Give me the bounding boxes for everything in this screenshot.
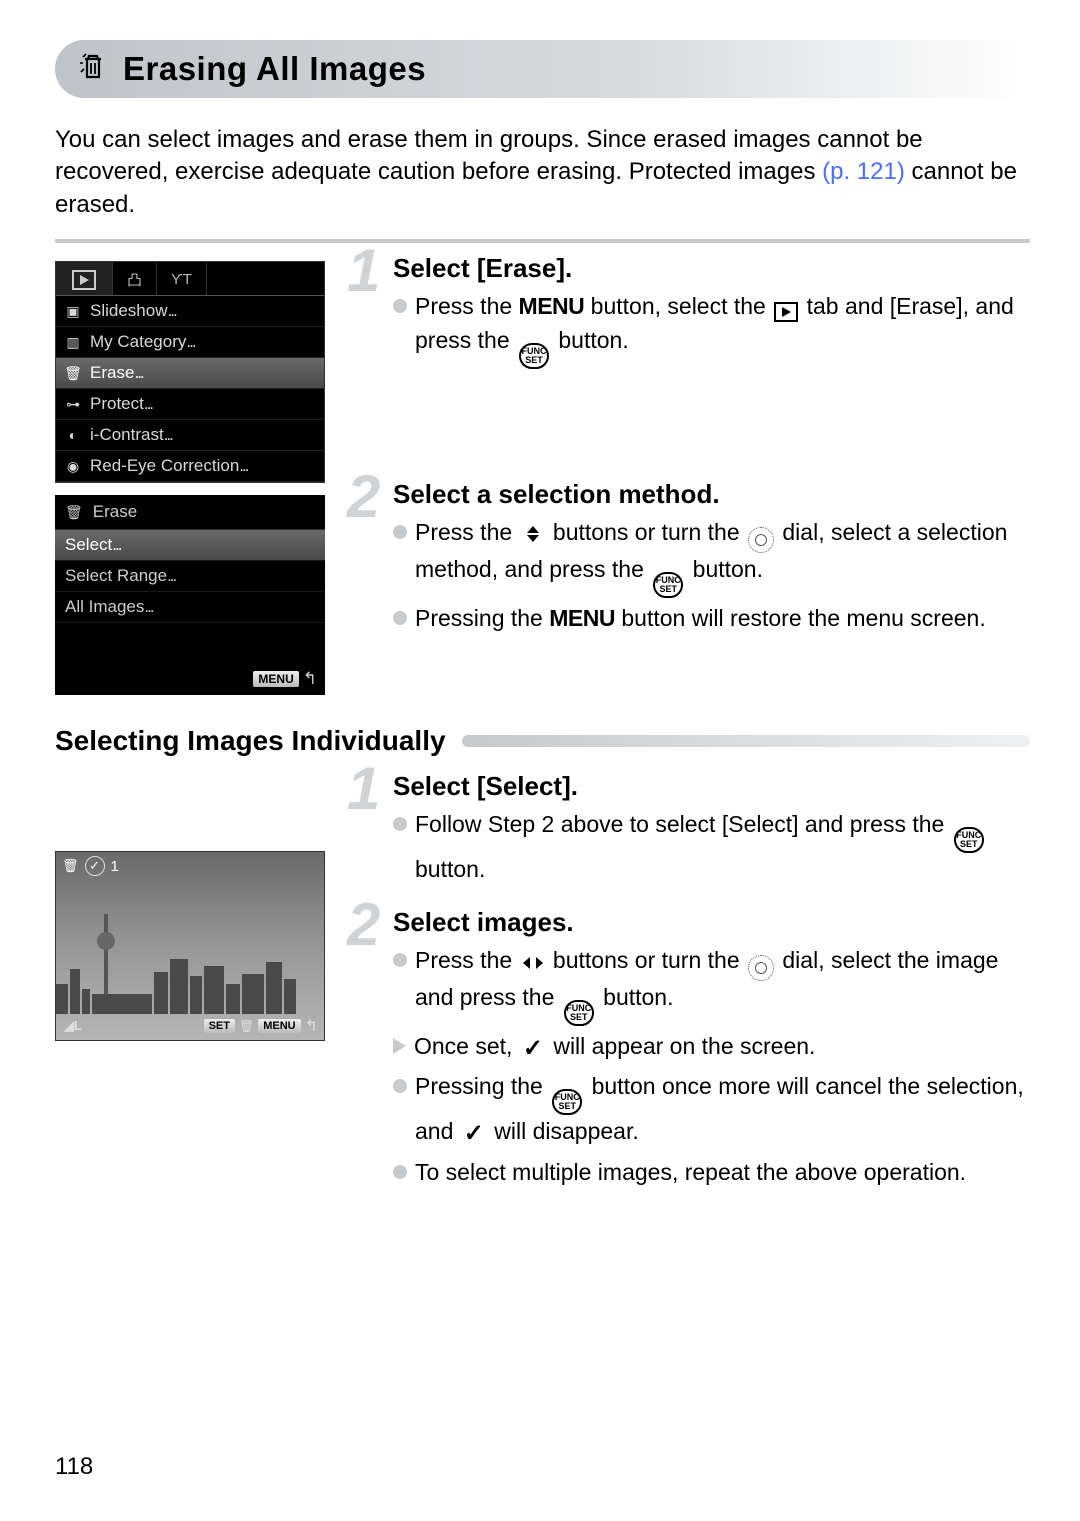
menu-item-redeye: ◉Red-Eye Correction... bbox=[56, 451, 324, 482]
menu-item-protect: ⊶Protect... bbox=[56, 389, 324, 420]
instruction: Press the buttons or turn the dial, sele… bbox=[393, 516, 1030, 598]
print-tab-icon: 凸 bbox=[113, 262, 157, 295]
bullet-icon bbox=[393, 817, 407, 831]
left-right-icon bbox=[521, 954, 545, 972]
check-circle-icon: ✓ bbox=[85, 856, 105, 876]
erase-submenu-screenshot: 🗑 Erase Select...Select Range...All Imag… bbox=[55, 495, 325, 695]
step-title: Select [Erase]. bbox=[393, 253, 1030, 284]
camera-menu-screenshot: 凸 ϒT ▣Slideshow...▥My Category...🗑Erase.… bbox=[55, 261, 325, 483]
step-1b: 1 Select [Select]. Follow Step 2 above t… bbox=[355, 771, 1030, 886]
erase-icon: 🗑 bbox=[239, 1019, 254, 1033]
erase-option: Select... bbox=[55, 530, 325, 561]
step-number: 2 bbox=[347, 895, 380, 955]
erase-option: Select Range... bbox=[55, 561, 325, 592]
up-down-icon bbox=[521, 524, 545, 544]
instruction: Press the buttons or turn the dial, sele… bbox=[393, 944, 1030, 1026]
protect-icon: ⊶ bbox=[64, 396, 82, 413]
instruction: Follow Step 2 above to select [Select] a… bbox=[393, 808, 1030, 886]
set-badge: SET bbox=[204, 1019, 235, 1033]
check-icon: ✓ bbox=[523, 1035, 543, 1062]
camera-preview-screenshot: 🗑 ✓ 1 ◢L SET 🗑 bbox=[55, 851, 325, 1041]
step-number: 2 bbox=[347, 467, 380, 527]
step-2: 2 Select a selection method. Press the b… bbox=[355, 479, 1030, 635]
menu-item-erase: 🗑Erase... bbox=[56, 358, 324, 389]
func-set-button-icon: FUNCSET bbox=[552, 1089, 582, 1115]
check-icon: ✓ bbox=[464, 1120, 484, 1147]
bullet-icon bbox=[393, 525, 407, 539]
intro-text: You can select images and erase them in … bbox=[55, 124, 1030, 221]
step-title: Select a selection method. bbox=[393, 479, 1030, 510]
redeye-icon: ◉ bbox=[64, 458, 82, 475]
menu-item-contrast: ◐i-Contrast... bbox=[56, 420, 324, 451]
func-set-button-icon: FUNCSET bbox=[653, 572, 683, 598]
selected-count: 1 bbox=[111, 858, 119, 875]
intro-a: You can select images and erase them in … bbox=[55, 126, 923, 185]
bullet-icon bbox=[393, 299, 407, 313]
arrow-bullet-icon bbox=[393, 1038, 406, 1054]
tools-tab-icon: ϒT bbox=[157, 262, 207, 295]
category-icon: ▥ bbox=[64, 334, 82, 351]
erase-icon bbox=[77, 51, 109, 88]
skyline-graphic bbox=[56, 954, 324, 1014]
section-title-bar: Erasing All Images bbox=[55, 40, 1030, 98]
bullet-icon bbox=[393, 953, 407, 967]
slideshow-icon: ▣ bbox=[64, 303, 82, 320]
bullet-icon bbox=[393, 611, 407, 625]
section-title: Erasing All Images bbox=[123, 50, 426, 88]
heading-rule bbox=[462, 735, 1030, 747]
step-1: 1 Select [Erase]. Press the MENU button,… bbox=[355, 253, 1030, 368]
instruction: Press the MENU button, select the tab an… bbox=[393, 290, 1030, 368]
step-2b: 2 Select images. Press the buttons or tu… bbox=[355, 907, 1030, 1190]
menu-button-label: MENU bbox=[519, 293, 585, 319]
erase-icon: 🗑 bbox=[65, 504, 83, 521]
instruction: Pressing the FUNCSET button once more wi… bbox=[393, 1070, 1030, 1152]
contrast-icon: ◐ bbox=[64, 427, 82, 443]
page-number: 118 bbox=[55, 1453, 93, 1481]
instruction: Pressing the MENU button will restore th… bbox=[393, 602, 1030, 635]
divider bbox=[55, 239, 1030, 243]
erase-option: All Images... bbox=[55, 592, 325, 623]
func-set-button-icon: FUNCSET bbox=[954, 827, 984, 853]
back-icon: ↰ bbox=[303, 669, 317, 689]
erase-sub-title: Erase bbox=[93, 502, 137, 522]
bullet-icon bbox=[393, 1079, 407, 1093]
step-number: 1 bbox=[347, 759, 380, 819]
step-title: Select [Select]. bbox=[393, 771, 1030, 802]
subsection-heading: Selecting Images Individually bbox=[55, 725, 1030, 757]
size-indicator: ◢L bbox=[64, 1018, 82, 1034]
step-number: 1 bbox=[347, 241, 380, 301]
instruction: To select multiple images, repeat the ab… bbox=[393, 1156, 1030, 1189]
erase-icon: 🗑 bbox=[62, 858, 79, 874]
control-dial-icon bbox=[748, 527, 774, 553]
func-set-button-icon: FUNCSET bbox=[519, 343, 549, 369]
back-icon: ↰ bbox=[305, 1016, 318, 1036]
play-tab-icon bbox=[56, 262, 113, 295]
control-dial-icon bbox=[748, 955, 774, 981]
page-ref-link[interactable]: (p. 121) bbox=[822, 158, 905, 185]
menu-item-category: ▥My Category... bbox=[56, 327, 324, 358]
bullet-icon bbox=[393, 1165, 407, 1179]
menu-badge: MENU bbox=[253, 671, 298, 687]
instruction: Once set, ✓ will appear on the screen. bbox=[393, 1030, 1030, 1067]
menu-button-label: MENU bbox=[549, 605, 615, 631]
erase-icon: 🗑 bbox=[64, 365, 82, 382]
menu-item-slideshow: ▣Slideshow... bbox=[56, 296, 324, 327]
step-title: Select images. bbox=[393, 907, 1030, 938]
func-set-button-icon: FUNCSET bbox=[564, 1000, 594, 1026]
menu-badge: MENU bbox=[258, 1019, 300, 1033]
play-tab-icon bbox=[774, 302, 798, 322]
